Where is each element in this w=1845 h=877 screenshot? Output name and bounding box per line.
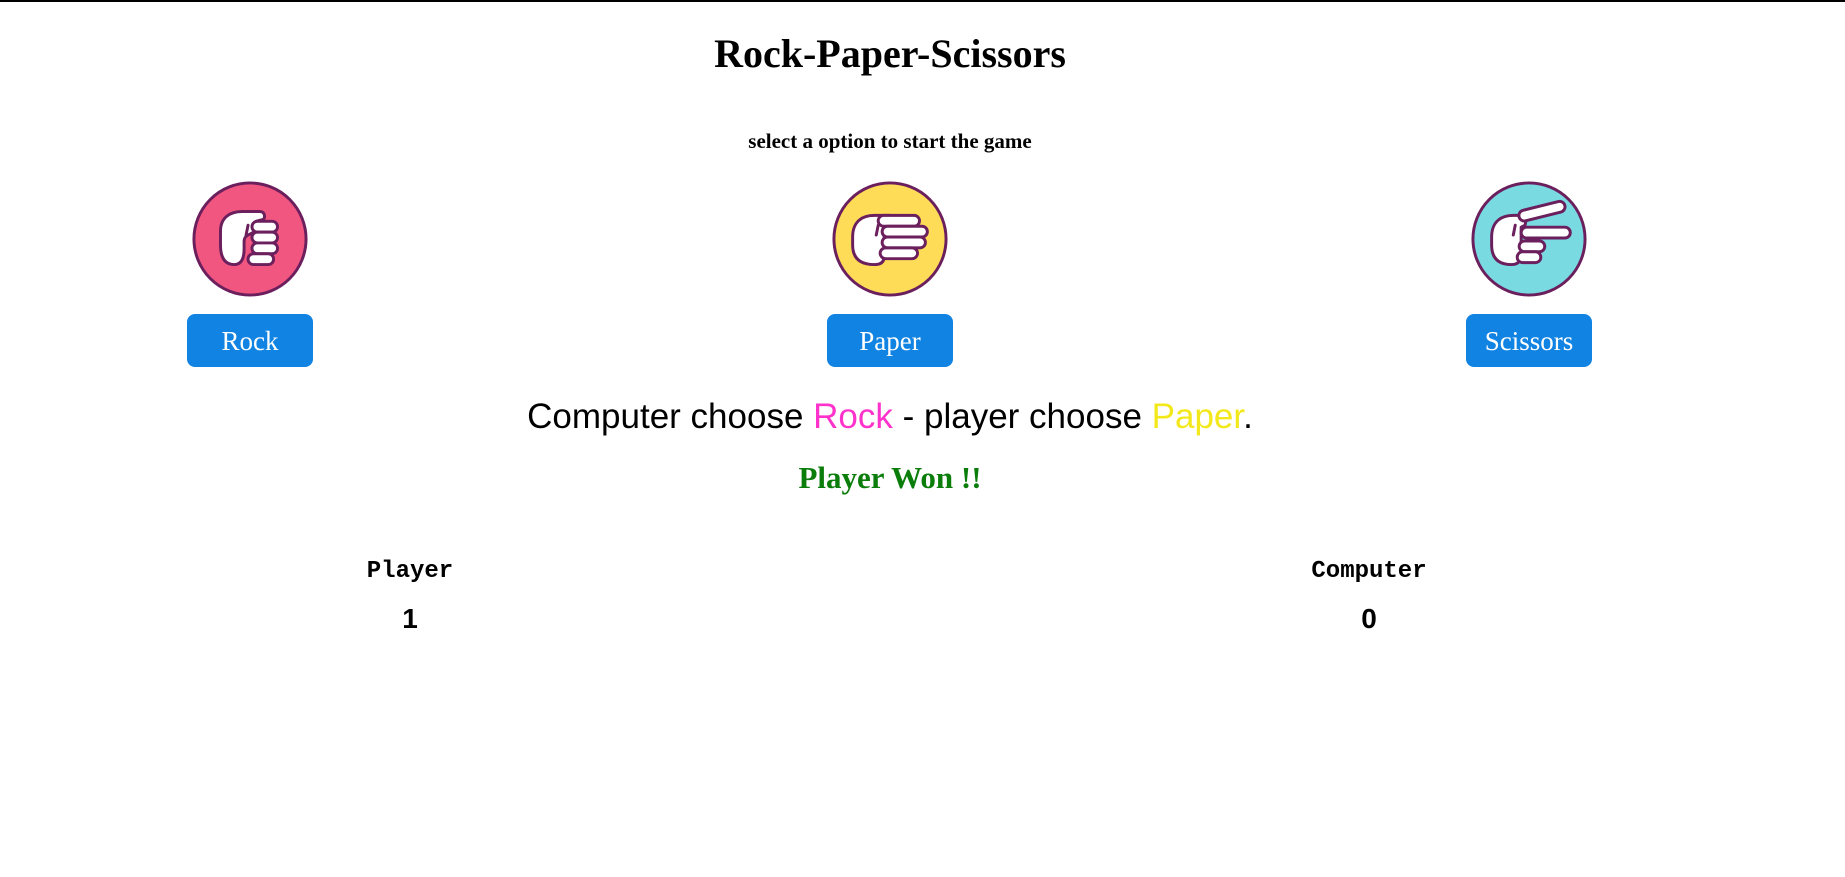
- page-title: Rock-Paper-Scissors: [714, 31, 1066, 76]
- scissors-hand-icon[interactable]: [1470, 180, 1588, 298]
- choice-paper: Paper: [800, 180, 980, 367]
- computer-score-value: 0: [1361, 603, 1377, 634]
- rock-button[interactable]: Rock: [187, 314, 313, 367]
- round-result: Computer choose Rock - player choose Pap…: [0, 396, 1780, 438]
- scissors-button[interactable]: Scissors: [1466, 314, 1592, 367]
- result-prefix: Computer choose: [527, 397, 814, 436]
- player-choice-text: Paper: [1151, 397, 1244, 436]
- paper-button[interactable]: Paper: [827, 314, 953, 367]
- computer-score-label: Computer: [1311, 558, 1427, 585]
- choice-scissors: Scissors: [1439, 180, 1619, 367]
- paper-hand-icon[interactable]: [831, 180, 949, 298]
- player-score: Player 1: [310, 558, 510, 636]
- winner-message: Player Won !!: [798, 460, 982, 495]
- computer-score: Computer 0: [1269, 558, 1469, 636]
- player-score-value: 1: [402, 603, 418, 634]
- result-suffix: .: [1243, 397, 1253, 436]
- rock-hand-icon[interactable]: [191, 180, 309, 298]
- instructions-text: select a option to start the game: [748, 129, 1032, 153]
- computer-choice-text: Rock: [813, 397, 893, 436]
- choice-rock: Rock: [160, 180, 340, 367]
- player-score-label: Player: [366, 558, 454, 585]
- result-middle: - player choose: [892, 397, 1152, 436]
